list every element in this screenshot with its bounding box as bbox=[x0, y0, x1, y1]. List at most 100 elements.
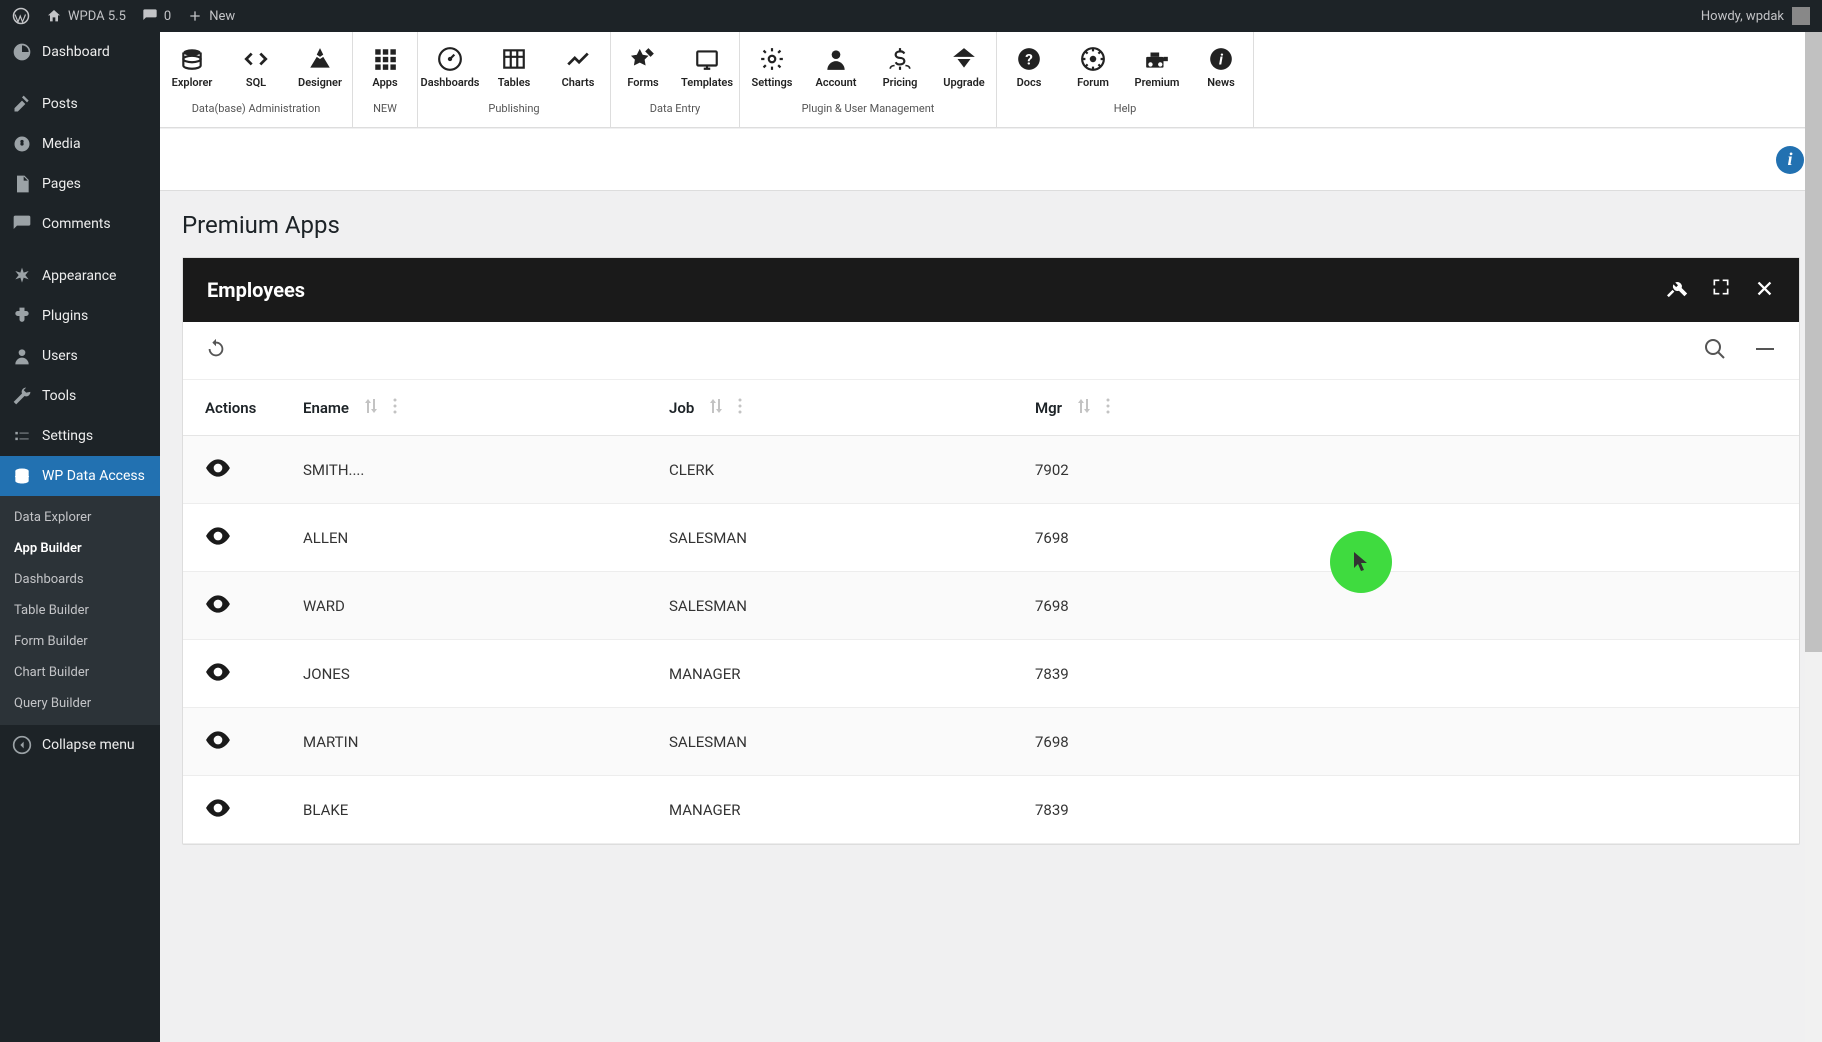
sub-dashboards[interactable]: Dashboards bbox=[0, 564, 160, 595]
toolbar-designer[interactable]: Designer bbox=[288, 32, 352, 102]
sidebar-submenu: Data Explorer App Builder Dashboards Tab… bbox=[0, 496, 160, 725]
cell-job: SALESMAN bbox=[669, 733, 1035, 751]
toolbar-news[interactable]: iNews bbox=[1189, 32, 1253, 102]
toolbar-settings[interactable]: Settings bbox=[740, 32, 804, 102]
scrollbar-track[interactable] bbox=[1805, 32, 1822, 1042]
site-home[interactable]: WPDA 5.5 bbox=[46, 8, 126, 24]
tools-icon[interactable] bbox=[1667, 277, 1689, 303]
toolbar-dashboards[interactable]: Dashboards bbox=[418, 32, 482, 102]
toolbar-forum[interactable]: Forum bbox=[1061, 32, 1125, 102]
sort-icon[interactable] bbox=[365, 399, 377, 417]
table-row[interactable]: SMITH....CLERK7902 bbox=[183, 436, 1799, 504]
toolbar-item-label: SQL bbox=[246, 76, 266, 89]
sub-table-builder[interactable]: Table Builder bbox=[0, 595, 160, 626]
toolbar-account[interactable]: Account bbox=[804, 32, 868, 102]
table-row[interactable]: ALLENSALESMAN7698 bbox=[183, 504, 1799, 572]
view-icon[interactable] bbox=[205, 531, 231, 549]
sort-icon[interactable] bbox=[710, 399, 722, 417]
toolbar-group: DashboardsTablesChartsPublishing bbox=[418, 32, 611, 127]
sidebar-item-wpda[interactable]: WP Data Access bbox=[0, 456, 160, 496]
toolbar-item-label: Charts bbox=[562, 76, 595, 89]
sidebar-item-dashboard[interactable]: Dashboard bbox=[0, 32, 160, 72]
toolbar-docs[interactable]: ?Docs bbox=[997, 32, 1061, 102]
cell-ename: SMITH.... bbox=[303, 461, 669, 479]
toolbar-forms[interactable]: Forms bbox=[611, 32, 675, 102]
new-badge: NEW bbox=[373, 102, 397, 115]
sidebar-item-plugins[interactable]: Plugins bbox=[0, 296, 160, 336]
column-menu-icon[interactable] bbox=[738, 398, 742, 418]
comments-link[interactable]: 0 bbox=[142, 8, 171, 24]
view-icon[interactable] bbox=[205, 667, 231, 685]
data-table: Actions Ename Job Mgr SMITH....CLERK7902… bbox=[183, 380, 1799, 844]
column-menu-icon[interactable] bbox=[1106, 398, 1110, 418]
sub-chart-builder[interactable]: Chart Builder bbox=[0, 657, 160, 688]
comment-count: 0 bbox=[164, 9, 171, 24]
search-icon[interactable] bbox=[1703, 337, 1727, 365]
sidebar-item-media[interactable]: Media bbox=[0, 124, 160, 164]
toolbar-apps[interactable]: Apps bbox=[353, 32, 417, 102]
sidebar-item-comments[interactable]: Comments bbox=[0, 204, 160, 244]
sub-query-builder[interactable]: Query Builder bbox=[0, 688, 160, 719]
col-header-ename[interactable]: Ename bbox=[303, 399, 349, 417]
cell-ename: MARTIN bbox=[303, 733, 669, 751]
sidebar-item-appearance[interactable]: Appearance bbox=[0, 256, 160, 296]
table-row[interactable]: MARTINSALESMAN7698 bbox=[183, 708, 1799, 776]
cell-job: SALESMAN bbox=[669, 597, 1035, 615]
table-row[interactable]: BLAKEMANAGER7839 bbox=[183, 776, 1799, 844]
cell-mgr: 7902 bbox=[1035, 461, 1777, 479]
toolbar-sql[interactable]: SQL bbox=[224, 32, 288, 102]
toolbar-templates[interactable]: Templates bbox=[675, 32, 739, 102]
collapse-menu[interactable]: Collapse menu bbox=[0, 725, 160, 765]
col-header-job[interactable]: Job bbox=[669, 399, 694, 417]
howdy-text[interactable]: Howdy, wpdak bbox=[1701, 9, 1784, 24]
toolbar-item-label: Templates bbox=[681, 76, 733, 89]
sub-data-explorer[interactable]: Data Explorer bbox=[0, 502, 160, 533]
toolbar-tables[interactable]: Tables bbox=[482, 32, 546, 102]
toolbar-pricing[interactable]: Pricing bbox=[868, 32, 932, 102]
cell-ename: BLAKE bbox=[303, 801, 669, 819]
info-button[interactable]: i bbox=[1776, 146, 1804, 174]
sidebar-item-label: Comments bbox=[42, 216, 111, 232]
cell-ename: ALLEN bbox=[303, 529, 669, 547]
sidebar-item-settings[interactable]: Settings bbox=[0, 416, 160, 456]
avatar[interactable] bbox=[1792, 7, 1810, 25]
toolbar-upgrade[interactable]: Upgrade bbox=[932, 32, 996, 102]
refresh-icon[interactable] bbox=[205, 338, 227, 364]
col-header-actions: Actions bbox=[205, 399, 303, 417]
sub-app-builder[interactable]: App Builder bbox=[0, 533, 160, 564]
toolbar-premium[interactable]: Premium bbox=[1125, 32, 1189, 102]
toolbar-item-label: Tables bbox=[498, 76, 531, 89]
close-icon[interactable] bbox=[1753, 277, 1775, 303]
toolbar-group-caption: Data(base) Administration bbox=[160, 102, 352, 127]
scrollbar-thumb[interactable] bbox=[1805, 32, 1822, 652]
view-icon[interactable] bbox=[205, 803, 231, 821]
sidebar-item-users[interactable]: Users bbox=[0, 336, 160, 376]
toolbar-group: Explorer SQL DesignerData(base) Administra… bbox=[160, 32, 353, 127]
toolbar-explorer[interactable]: Explorer bbox=[160, 32, 224, 102]
sidebar-item-label: Dashboard bbox=[42, 44, 110, 60]
toolbar-charts[interactable]: Charts bbox=[546, 32, 610, 102]
sidebar-item-posts[interactable]: Posts bbox=[0, 84, 160, 124]
main-content: Explorer SQL DesignerData(base) Administra… bbox=[160, 32, 1822, 1042]
wp-logo[interactable] bbox=[12, 7, 30, 25]
sidebar-item-pages[interactable]: Pages bbox=[0, 164, 160, 204]
view-icon[interactable] bbox=[205, 599, 231, 617]
sidebar-item-tools[interactable]: Tools bbox=[0, 376, 160, 416]
table-row[interactable]: WARDSALESMAN7698 bbox=[183, 572, 1799, 640]
column-menu-icon[interactable] bbox=[393, 398, 397, 418]
new-content[interactable]: New bbox=[187, 8, 235, 24]
fullscreen-icon[interactable] bbox=[1711, 277, 1731, 303]
info-strip: i bbox=[160, 129, 1822, 191]
table-row[interactable]: JONESMANAGER7839 bbox=[183, 640, 1799, 708]
col-header-mgr[interactable]: Mgr bbox=[1035, 399, 1062, 417]
page-title: Premium Apps bbox=[160, 191, 1822, 257]
view-icon[interactable] bbox=[205, 735, 231, 753]
collapse-label: Collapse menu bbox=[42, 737, 135, 753]
sub-form-builder[interactable]: Form Builder bbox=[0, 626, 160, 657]
cell-ename: JONES bbox=[303, 665, 669, 683]
toolbar-group: FormsTemplatesData Entry bbox=[611, 32, 740, 127]
view-icon[interactable] bbox=[205, 463, 231, 481]
app-toolbar: Explorer SQL DesignerData(base) Administra… bbox=[160, 32, 1822, 128]
sort-icon[interactable] bbox=[1078, 399, 1090, 417]
menu-icon[interactable] bbox=[1753, 337, 1777, 365]
